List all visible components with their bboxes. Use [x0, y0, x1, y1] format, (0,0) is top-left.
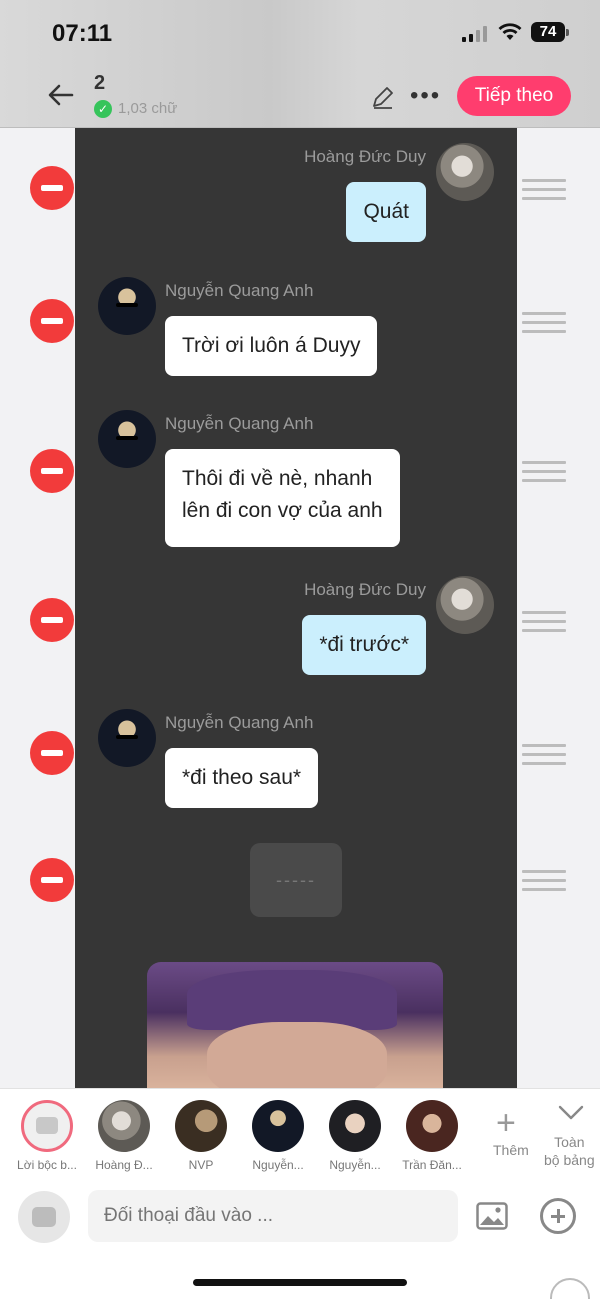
- message-line: lên đi con vợ của anh: [182, 499, 383, 522]
- image-icon[interactable]: [476, 1202, 508, 1230]
- remove-icon[interactable]: [30, 166, 74, 210]
- speaker-name: Nguyễn Quang Anh: [165, 414, 314, 433]
- character-label: NVP: [188, 1158, 214, 1172]
- wifi-icon: [498, 23, 522, 40]
- avatar: [175, 1100, 227, 1152]
- character-item[interactable]: Trần Đăn...: [402, 1100, 462, 1172]
- character-label: Nguyễn...: [252, 1158, 304, 1172]
- photo-cap: [187, 970, 397, 1030]
- avatar: [436, 576, 494, 634]
- drag-handle-icon[interactable]: [522, 611, 566, 633]
- speaker-name: Hoàng Đức Duy: [304, 580, 426, 599]
- remove-icon[interactable]: [30, 731, 74, 775]
- character-item[interactable]: Hoàng Đ...: [95, 1100, 153, 1172]
- message-bubble[interactable]: Thôi đi về nè, nhanh lên đi con vợ của a…: [165, 449, 400, 547]
- header-count: 2: [94, 72, 106, 94]
- speaker-name: Hoàng Đức Duy: [304, 147, 426, 166]
- remove-icon[interactable]: [30, 598, 74, 642]
- drag-handle-icon[interactable]: [522, 179, 566, 201]
- remove-icon[interactable]: [30, 858, 74, 902]
- avatar: [406, 1100, 458, 1152]
- speaker-name: Nguyễn Quang Anh: [165, 281, 314, 300]
- status-time: 07:11: [52, 20, 113, 47]
- message-bubble[interactable]: Quát: [346, 182, 426, 242]
- battery-indicator: 74: [531, 22, 569, 42]
- word-count: 1,03 chữ: [118, 100, 178, 117]
- pencil-icon[interactable]: [370, 84, 396, 110]
- drag-handle-icon[interactable]: [522, 312, 566, 334]
- back-arrow-icon[interactable]: [46, 80, 76, 110]
- character-label: Trần Đăn...: [402, 1158, 462, 1172]
- photo-message[interactable]: [147, 962, 443, 1088]
- avatar: [252, 1100, 304, 1152]
- next-button[interactable]: Tiếp theo: [457, 76, 571, 116]
- message-bubble[interactable]: *đi theo sau*: [165, 748, 319, 808]
- character-narration[interactable]: Lời bộc b...: [17, 1100, 77, 1172]
- check-icon: ✓: [94, 100, 112, 119]
- home-indicator: [193, 1279, 407, 1286]
- avatar: [98, 277, 156, 335]
- avatar: [98, 410, 156, 468]
- all-characters-label[interactable]: Toàn bộ bảng: [544, 1133, 595, 1169]
- chevron-down-icon[interactable]: [558, 1104, 584, 1122]
- character-label: Hoàng Đ...: [95, 1158, 153, 1172]
- avatar: [436, 143, 494, 201]
- remove-icon[interactable]: [30, 299, 74, 343]
- character-item[interactable]: NVP: [173, 1100, 229, 1172]
- message-line: Thôi đi về nè, nhanh: [182, 467, 373, 490]
- plus-icon[interactable]: +: [496, 1106, 516, 1140]
- avatar: [329, 1100, 381, 1152]
- avatar: [98, 1100, 150, 1152]
- message-bubble[interactable]: Trời ơi luôn á Duyy: [165, 316, 378, 376]
- add-circle-icon[interactable]: [540, 1198, 576, 1234]
- avatar: [98, 709, 156, 767]
- add-character-label[interactable]: Thêm: [493, 1142, 529, 1158]
- all-label-line: bộ bảng: [544, 1152, 595, 1168]
- drag-handle-icon[interactable]: [522, 744, 566, 766]
- message-bubble[interactable]: *đi trước*: [302, 615, 426, 675]
- header-subtitle: ✓ 1,03 chữ: [94, 100, 178, 119]
- signal-icon: [462, 26, 488, 42]
- dialogue-input[interactable]: [88, 1190, 458, 1242]
- drag-handle-icon[interactable]: [522, 870, 566, 892]
- narration-placeholder[interactable]: -----: [250, 843, 342, 917]
- narration-icon: [21, 1100, 73, 1152]
- drag-handle-icon[interactable]: [522, 461, 566, 483]
- character-label: Nguyễn...: [329, 1158, 381, 1172]
- character-label: Lời bộc b...: [17, 1158, 77, 1172]
- character-item[interactable]: Nguyễn...: [327, 1100, 383, 1172]
- more-icon[interactable]: •••: [410, 84, 441, 108]
- photo-face: [207, 1022, 387, 1088]
- remove-icon[interactable]: [30, 449, 74, 493]
- character-item[interactable]: Nguyễn...: [250, 1100, 306, 1172]
- narration-mode-button[interactable]: [18, 1191, 70, 1243]
- all-label-line: Toàn: [554, 1134, 585, 1150]
- speaker-name: Nguyễn Quang Anh: [165, 713, 314, 732]
